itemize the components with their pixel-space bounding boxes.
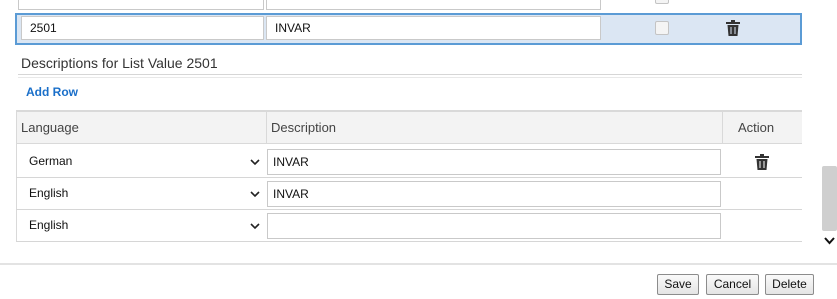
trash-icon[interactable]	[755, 154, 769, 170]
add-row-link[interactable]: Add Row	[26, 85, 78, 99]
row-divider	[16, 177, 802, 178]
chevron-down-icon[interactable]	[250, 221, 260, 231]
list-value-code-field[interactable]: 2501	[21, 16, 264, 40]
column-header-action: Action	[738, 120, 775, 135]
language-select-row-2[interactable]: English	[16, 180, 264, 206]
descriptions-table-header: Language Description Action	[16, 110, 802, 144]
list-value-description-field[interactable]: INVAR	[266, 16, 601, 40]
description-input-row-1[interactable]: INVAR	[267, 149, 721, 175]
section-divider	[18, 74, 802, 75]
row-divider	[16, 209, 802, 210]
row-divider	[16, 241, 802, 242]
prev-row-code-field[interactable]	[18, 0, 264, 10]
delete-button[interactable]: Delete	[765, 274, 814, 295]
save-button[interactable]: Save	[657, 274, 699, 295]
language-select-row-1[interactable]: German	[16, 148, 264, 174]
scroll-down-icon[interactable]	[824, 236, 835, 246]
scrollbar-thumb[interactable]	[822, 166, 837, 231]
trash-icon[interactable]	[726, 20, 740, 36]
prev-row-checkbox[interactable]	[655, 0, 669, 4]
list-value-checkbox[interactable]	[655, 21, 669, 35]
column-header-language[interactable]: Language	[16, 112, 266, 144]
section-divider-2	[18, 77, 802, 78]
column-header-description[interactable]: Description	[266, 112, 722, 144]
description-input-row-2[interactable]: INVAR	[267, 181, 721, 207]
cancel-button[interactable]: Cancel	[706, 274, 759, 295]
descriptions-section-title: Descriptions for List Value 2501	[21, 55, 218, 71]
chevron-down-icon[interactable]	[250, 189, 260, 199]
chevron-down-icon[interactable]	[250, 157, 260, 167]
prev-row-description-field[interactable]	[266, 0, 601, 10]
description-input-row-3[interactable]	[267, 213, 721, 239]
language-select-row-3[interactable]: English	[16, 212, 264, 238]
footer-divider	[0, 263, 837, 265]
